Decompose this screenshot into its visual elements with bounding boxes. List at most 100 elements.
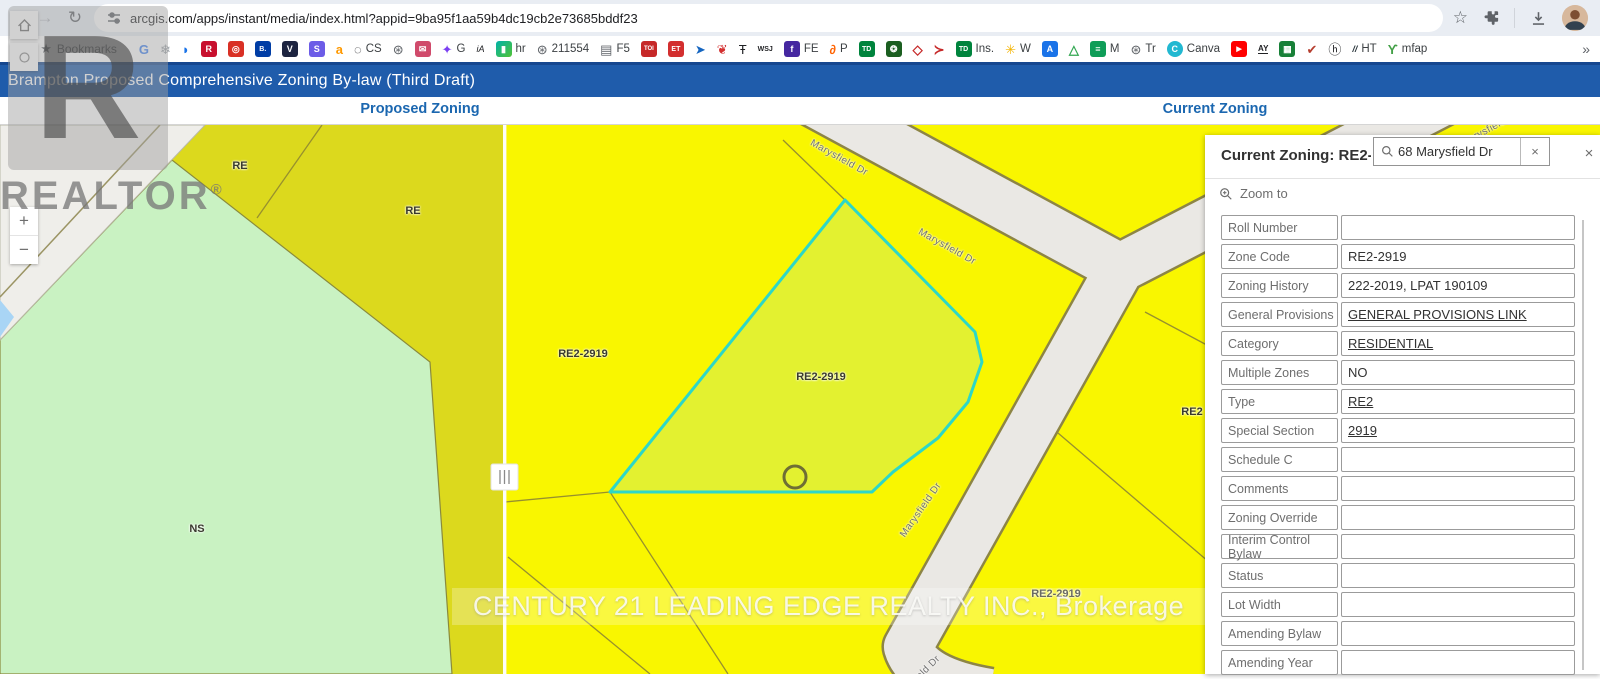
bookmarks-overflow-icon[interactable]: » [1582, 41, 1590, 57]
bookmark-item[interactable]: ≡M [1090, 41, 1120, 57]
bookmark-item[interactable]: G [139, 43, 149, 56]
bookmark-item[interactable]: ➤ [695, 43, 706, 56]
bookmark-item[interactable]: AY [1258, 45, 1268, 54]
attr-value [1341, 447, 1575, 472]
bookmark-item[interactable]: Ŧ [739, 43, 747, 56]
bookmark-item[interactable]: fFE [784, 41, 819, 57]
bookmarks-star-icon[interactable]: ★ [40, 41, 52, 57]
zoom-to-icon [1219, 187, 1233, 201]
bookmark-item[interactable]: ▶ [1231, 41, 1247, 57]
attr-label: Category [1221, 331, 1338, 356]
bookmark-item[interactable]: ◗ [182, 43, 190, 56]
bookmark-item[interactable]: ◌CS [354, 43, 382, 56]
zoom-to-label: Zoom to [1240, 186, 1288, 201]
panel-scrollbar[interactable] [1582, 220, 1584, 670]
favicon: ✉ [415, 41, 431, 57]
bookmark-item[interactable]: ❄ [160, 43, 171, 56]
bookmark-item[interactable]: ϒmfap [1388, 43, 1428, 56]
favicon: △ [1069, 43, 1079, 56]
bookmark-item[interactable]: ≻ [934, 43, 945, 56]
address-bar[interactable]: arcgis.com/apps/instant/media/index.html… [94, 4, 1443, 32]
bookmark-label: Ins. [976, 43, 995, 55]
bookmark-item[interactable]: ET [668, 41, 684, 57]
attr-label: Amending Bylaw [1221, 621, 1338, 646]
bookmark-label: mfap [1402, 43, 1428, 55]
bookmarks-label[interactable]: Bookmarks [57, 42, 117, 56]
attr-value: RE2-2919 [1341, 244, 1575, 269]
bookmark-item[interactable]: ⓗ [1328, 43, 1341, 56]
bookmark-item[interactable]: TDIns. [956, 41, 995, 57]
swipe-handle[interactable] [491, 464, 518, 490]
attr-row: Zoning History222-2019, LPAT 190109 [1221, 273, 1575, 298]
zoom-controls: + − [10, 207, 38, 264]
favicon: B. [255, 41, 271, 57]
bookmark-item[interactable]: CCanva [1167, 41, 1220, 57]
bookmark-item[interactable]: △ [1069, 43, 1079, 56]
bookmark-item[interactable]: ⊛Tr [1130, 43, 1155, 56]
bookmark-item[interactable]: WSJ [758, 46, 773, 53]
bookmark-item[interactable]: ✳W [1005, 43, 1031, 56]
popup-close-icon[interactable]: × [1579, 143, 1599, 163]
bookmark-item[interactable]: ✔ [1306, 43, 1317, 56]
current-zoning-label: Current Zoning [1163, 101, 1268, 117]
attribute-table: Roll NumberZone CodeRE2-2919Zoning Histo… [1221, 215, 1575, 679]
bookmark-item[interactable]: ▦ [1279, 41, 1295, 57]
attr-value[interactable]: RE2 [1341, 389, 1575, 414]
bookmark-item[interactable]: ❂ [886, 41, 902, 57]
bookmark-item[interactable]: ◎ [228, 41, 244, 57]
downloads-icon[interactable] [1529, 9, 1548, 28]
bookmark-item[interactable]: ❦ [717, 43, 728, 56]
bookmark-item[interactable]: B. [255, 41, 271, 57]
favicon: ▶ [1231, 41, 1247, 57]
bookmark-item[interactable]: //HT [1352, 43, 1376, 55]
extensions-icon[interactable] [1482, 9, 1500, 27]
bookmark-item[interactable]: TOI [641, 41, 657, 57]
favicon: // [1352, 45, 1357, 54]
favicon: WSJ [758, 46, 773, 53]
search-box[interactable]: × [1373, 137, 1550, 166]
attr-row: Multiple ZonesNO [1221, 360, 1575, 385]
favicon: ❂ [886, 41, 902, 57]
bookmark-star-icon[interactable]: ☆ [1453, 8, 1468, 28]
swipe-divider[interactable] [503, 125, 506, 674]
bookmark-item[interactable]: ✉ [415, 41, 431, 57]
attr-value[interactable]: GENERAL PROVISIONS LINK [1341, 302, 1575, 327]
attr-label: Interim Control Bylaw [1221, 534, 1338, 559]
bookmark-item[interactable]: R [201, 41, 217, 57]
search-input[interactable] [1394, 144, 1520, 159]
home-button[interactable] [10, 11, 38, 39]
bookmark-item[interactable]: A [1042, 41, 1058, 57]
bookmark-label: G [457, 43, 466, 55]
bookmark-item[interactable]: TD [859, 41, 875, 57]
attr-value [1341, 563, 1575, 588]
bookmark-item[interactable]: ▤F5 [600, 43, 630, 56]
bookmarks-bar: ▦ ★ Bookmarks G❄◗R◎B.VSa◌CS⊛✉✦GiA▮hr⊛211… [0, 36, 1600, 62]
attr-row: TypeRE2 [1221, 389, 1575, 414]
favicon: ✦ [442, 43, 453, 56]
bookmark-label: Canva [1187, 43, 1220, 55]
locate-button[interactable] [10, 43, 38, 71]
site-info-icon[interactable] [106, 10, 122, 26]
favicon: AY [1258, 45, 1268, 54]
bookmark-item[interactable]: ⊛211554 [537, 43, 589, 56]
zoom-in-button[interactable]: + [10, 207, 38, 235]
bookmark-item[interactable]: a [336, 43, 343, 56]
bookmark-item[interactable]: S [309, 41, 325, 57]
bookmark-item[interactable]: ◇ [913, 43, 923, 56]
attr-value[interactable]: RESIDENTIAL [1341, 331, 1575, 356]
favicon: ⓗ [1328, 43, 1341, 56]
zoom-out-button[interactable]: − [10, 235, 38, 264]
refresh-icon[interactable]: ↻ [60, 8, 90, 28]
attr-value[interactable]: 2919 [1341, 418, 1575, 443]
zoom-to-action[interactable]: Zoom to [1219, 186, 1288, 201]
attr-label: Zoning Override [1221, 505, 1338, 530]
bookmark-item[interactable]: ✦G [442, 43, 466, 56]
bookmark-item[interactable]: iA [476, 45, 484, 54]
bookmark-item[interactable]: V [282, 41, 298, 57]
search-clear-icon[interactable]: × [1520, 138, 1549, 165]
bookmark-item[interactable]: ▮hr [496, 41, 526, 57]
profile-avatar[interactable] [1562, 5, 1588, 31]
bookmark-label: hr [516, 43, 526, 55]
bookmark-item[interactable]: ∂P [830, 43, 848, 56]
bookmark-item[interactable]: ⊛ [393, 43, 404, 56]
